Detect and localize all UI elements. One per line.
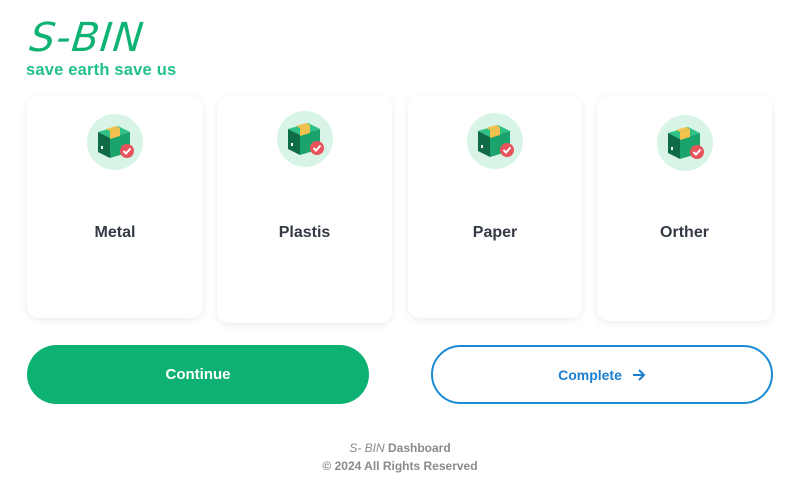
arrow-right-icon (632, 368, 646, 381)
box-check-icon (467, 113, 523, 169)
page: S-BIN save earth save us Metal Plastis P… (0, 0, 800, 480)
category-card-paper[interactable]: Paper (408, 96, 582, 318)
continue-button[interactable]: Continue (27, 345, 369, 404)
complete-button[interactable]: Complete (431, 345, 773, 404)
category-card-plastis[interactable]: Plastis (217, 96, 392, 323)
footer-brand: S- BIN (349, 441, 385, 455)
box-check-icon (276, 111, 333, 167)
tagline: save earth save us (26, 61, 177, 79)
continue-button-label: Continue (165, 366, 231, 383)
category-label: Orther (660, 224, 709, 241)
box-check-icon (87, 114, 143, 170)
category-label: Paper (472, 224, 518, 241)
category-label: Metal (94, 224, 136, 241)
category-card-orther[interactable]: Orther (597, 96, 772, 321)
category-card-metal[interactable]: Metal (27, 96, 203, 318)
footer-copyright: © 2024 All Rights Reserved (322, 459, 478, 473)
box-check-icon (656, 115, 713, 171)
footer-dashboard: Dashboard (388, 441, 451, 455)
category-label: Plastis (278, 224, 331, 241)
complete-button-label: Complete (558, 366, 622, 383)
logo: S-BIN (27, 15, 147, 61)
footer-title: S- BIN Dashboard (0, 441, 800, 455)
